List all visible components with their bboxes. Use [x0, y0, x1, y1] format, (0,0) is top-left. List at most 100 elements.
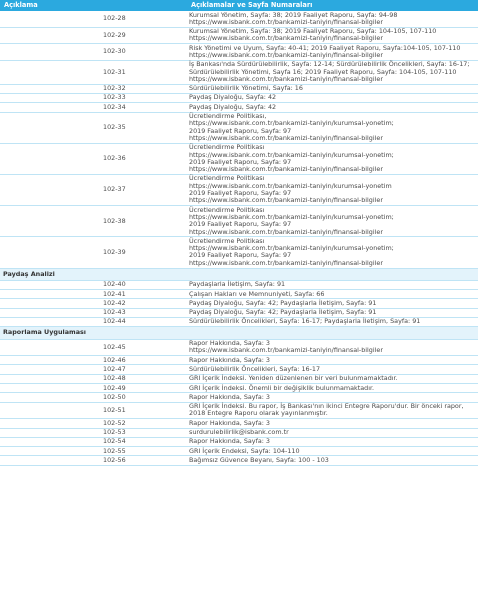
disclosure-code: 102-39 [101, 236, 187, 269]
header-code [101, 0, 187, 11]
description-line: https://www.isbank.com.tr/bankamizi-tani… [189, 165, 383, 174]
disclosure-description: GRI İçerik İndeksi. Önemli bir değişikli… [187, 383, 478, 394]
disclosure-code: 102-31 [101, 60, 187, 85]
description-line: GRI İçerik İndeksi. Yeniden düzenlenen b… [189, 374, 398, 383]
description-line: Paydaş Diyaloğu, Sayfa: 42; Paydaşlarla … [189, 298, 377, 307]
empty-cell [0, 93, 101, 104]
table-row: 102-51 GRI İçerik İndeksi. Bu rapor, İş B… [0, 402, 478, 420]
disclosure-description: Rapor Hakkında, Sayfa: 3 [187, 418, 478, 429]
header-description: Açıklama [0, 0, 101, 11]
empty-cell [0, 364, 101, 375]
empty-cell [0, 43, 101, 61]
empty-cell [0, 143, 101, 175]
section-header-row: Raporlama Uygulaması [0, 326, 478, 340]
description-line: Çalışan Hakları ve Memnuniyeti, Sayfa: 6… [189, 289, 325, 298]
description-line: https://www.isbank.com.tr/bankamizi-tani… [189, 133, 383, 142]
description-line: 2018 Entegre Raporu olarak yayınlanmıştı… [189, 409, 328, 418]
table-row: 102-32 Sürdürülebilirlik Yönetimi, Sayfa:… [0, 84, 478, 94]
disclosure-code: 102-51 [101, 402, 187, 420]
section-title: Paydaş Analizi [0, 268, 478, 281]
description-line: Bağımsız Güvence Beyanı, Sayfa: 100 - 10… [189, 455, 329, 464]
table-row: 102-46 Rapor Hakkında, Sayfa: 3 [0, 355, 478, 366]
disclosure-code: 102-44 [101, 317, 187, 328]
disclosure-code: 102-50 [101, 392, 187, 403]
table-row: 102-30 Risk Yönetimi ve Uyum, Sayfa: 40-4… [0, 43, 478, 61]
disclosure-description: Rapor Hakkında, Sayfa: 3 https://www.isba… [187, 339, 478, 357]
table-row: 102-48 GRI İçerik İndeksi. Yeniden düzenl… [0, 374, 478, 385]
disclosure-code: 102-40 [101, 280, 187, 291]
empty-cell [0, 112, 101, 144]
disclosure-code: 102-30 [101, 43, 187, 61]
table-row: 102-52 Rapor Hakkında, Sayfa: 3 [0, 418, 478, 429]
table-row: 102-28 Kurumsal Yönetim, Sayfa: 38; 2019 … [0, 11, 478, 28]
table-row: 102-54 Rapor Hakkında, Sayfa: 3 [0, 437, 478, 448]
table-row: 102-41 Çalışan Hakları ve Memnuniyeti, Sa… [0, 289, 478, 300]
table-row: 102-50 Rapor Hakkında, Sayfa: 3 [0, 392, 478, 403]
disclosure-description: Bağımsız Güvence Beyanı, Sayfa: 100 - 10… [187, 455, 478, 466]
disclosure-description: GRI İçerik İndeksi. Yeniden düzenlenen b… [187, 374, 478, 385]
empty-cell [0, 383, 101, 394]
empty-cell [0, 392, 101, 403]
empty-cell [0, 298, 101, 309]
empty-cell [0, 60, 101, 85]
table-row: 102-49 GRI İçerik İndeksi. Önemli bir değ… [0, 383, 478, 394]
description-line: https://www.isbank.com.tr/bankamizi-tani… [189, 17, 383, 26]
empty-cell [0, 236, 101, 269]
table-row: 102-29 Kurumsal Yönetim, Sayfa: 38; 2019 … [0, 27, 478, 45]
empty-cell [0, 428, 101, 438]
description-line: https://www.isbank.com.tr/bankamizi-tani… [189, 227, 383, 236]
disclosure-description: Ücretlendirme Politikası https://www.isba… [187, 205, 478, 238]
description-line: Sürdürülebilirlik Yönetimi, Sayfa: 16 [189, 84, 303, 93]
disclosure-description: Paydaşlarla İletişim, Sayfa: 91 [187, 280, 478, 291]
disclosure-code: 102-41 [101, 289, 187, 300]
table-row: 102-42 Paydaş Diyaloğu, Sayfa: 42; Paydaş… [0, 298, 478, 309]
disclosure-description: Sürdürülebilirlik Yönetimi, Sayfa: 16 [187, 84, 478, 94]
description-line: Paydaşlarla İletişim, Sayfa: 91 [189, 280, 286, 289]
empty-cell [0, 102, 101, 113]
disclosure-description: Çalışan Hakları ve Memnuniyeti, Sayfa: 6… [187, 289, 478, 300]
disclosure-description: Sürdürülebilirlik Öncelikleri, Sayfa: 16… [187, 364, 478, 375]
empty-cell [0, 27, 101, 45]
disclosure-description: İş Bankası'nda Sürdürülebilirlik, Sayfa:… [187, 60, 478, 85]
disclosure-code: 102-52 [101, 418, 187, 429]
gri-content-table: Açıklama Açıklamalar ve Sayfa Numaraları… [0, 0, 478, 466]
description-line: Rapor Hakkında, Sayfa: 3 [189, 392, 270, 401]
disclosure-code: 102-42 [101, 298, 187, 309]
empty-cell [0, 455, 101, 466]
empty-cell [0, 174, 101, 207]
disclosure-description: Ücretlendirme Politikası https://www.isba… [187, 174, 478, 207]
empty-cell [0, 418, 101, 429]
description-line: Rapor Hakkında, Sayfa: 3 [189, 437, 270, 446]
empty-cell [0, 205, 101, 238]
table-row: 102-45 Rapor Hakkında, Sayfa: 3 https://ww… [0, 339, 478, 357]
header-explanations: Açıklamalar ve Sayfa Numaraları [187, 0, 478, 11]
disclosure-description: Ücretlendirme Politikası https://www.isba… [187, 236, 478, 269]
description-line: https://www.isbank.com.tr/bankamizi-tani… [189, 74, 383, 83]
empty-cell [0, 308, 101, 319]
disclosure-code: 102-32 [101, 84, 187, 94]
description-line: Sürdürülebilirlik Öncelikleri, Sayfa: 16… [189, 364, 321, 373]
disclosure-description: Kurumsal Yönetim, Sayfa: 38; 2019 Faaliy… [187, 27, 478, 45]
table-row: 102-53 surdurulebilirlik@isbank.com.tr [0, 428, 478, 438]
empty-cell [0, 437, 101, 448]
table-body: 102-28 Kurumsal Yönetim, Sayfa: 38; 2019 … [0, 11, 478, 466]
table-row: 102-38 Ücretlendirme Politikası https://ww… [0, 205, 478, 238]
disclosure-description: Risk Yönetimi ve Uyum, Sayfa: 40-41; 201… [187, 43, 478, 61]
table-row: 102-56 Bağımsız Güvence Beyanı, Sayfa: 10… [0, 455, 478, 466]
empty-cell [0, 355, 101, 366]
description-line: surdurulebilirlik@isbank.com.tr [189, 428, 289, 437]
table-row: 102-35 Ücretlendirme Politikası, https://w… [0, 112, 478, 144]
disclosure-description: Ücretlendirme Politikası https://www.isba… [187, 143, 478, 175]
disclosure-code: 102-54 [101, 437, 187, 448]
empty-cell [0, 84, 101, 94]
disclosure-description: Ücretlendirme Politikası, https://www.isb… [187, 112, 478, 144]
description-line: https://www.isbank.com.tr/bankamizi-tani… [189, 196, 383, 205]
disclosure-description: GRI İçerik Endeksi, Sayfa: 104-110 [187, 446, 478, 457]
empty-cell [0, 446, 101, 457]
disclosure-code: 102-56 [101, 455, 187, 466]
description-line: GRI İçerik İndeksi. Önemli bir değişikli… [189, 383, 375, 392]
table-row: 102-36 Ücretlendirme Politikası https://ww… [0, 143, 478, 175]
disclosure-code: 102-33 [101, 93, 187, 104]
table-header-row: Açıklama Açıklamalar ve Sayfa Numaraları [0, 0, 478, 11]
empty-cell [0, 339, 101, 357]
